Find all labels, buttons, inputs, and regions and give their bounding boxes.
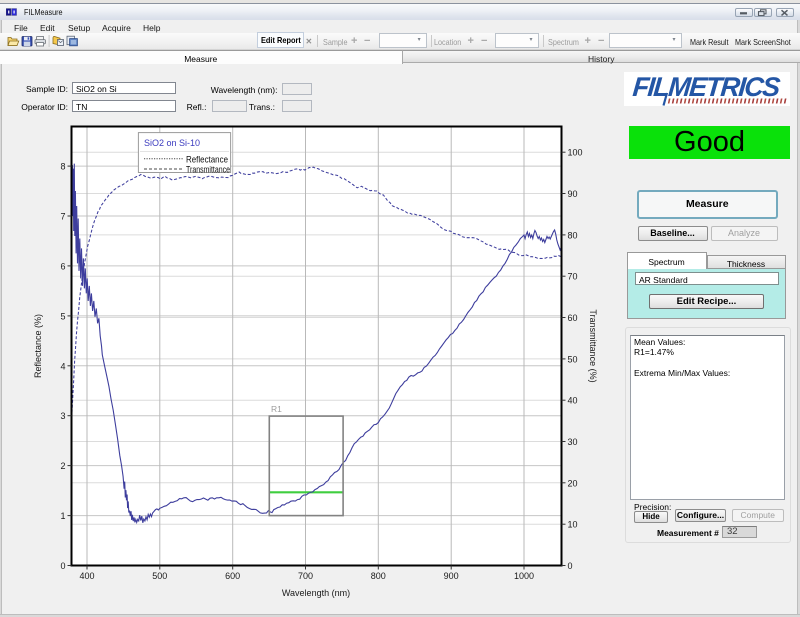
svg-text:Transmittance (%): Transmittance (%) bbox=[588, 309, 598, 382]
svg-text:FILMETRICS: FILMETRICS bbox=[631, 72, 781, 102]
svg-text:5: 5 bbox=[60, 311, 65, 321]
svg-text:8: 8 bbox=[60, 162, 65, 172]
svg-text:Transmittance: Transmittance bbox=[186, 165, 230, 175]
svg-text:800: 800 bbox=[371, 571, 386, 581]
svg-text:Reflectance (%): Reflectance (%) bbox=[33, 314, 43, 378]
svg-text:1: 1 bbox=[60, 511, 65, 521]
svg-text:40: 40 bbox=[568, 396, 578, 406]
svg-text:1000: 1000 bbox=[514, 571, 534, 581]
svg-text:6: 6 bbox=[60, 261, 65, 271]
svg-text:R1: R1 bbox=[271, 404, 282, 414]
svg-text:50: 50 bbox=[568, 354, 578, 364]
svg-text:700: 700 bbox=[298, 571, 313, 581]
svg-text:70: 70 bbox=[568, 272, 578, 282]
svg-text:Wavelength (nm): Wavelength (nm) bbox=[282, 588, 350, 598]
svg-text:90: 90 bbox=[568, 189, 578, 199]
svg-text:60: 60 bbox=[568, 313, 578, 323]
svg-text:500: 500 bbox=[152, 571, 167, 581]
svg-text:0: 0 bbox=[60, 561, 65, 571]
svg-text:20: 20 bbox=[568, 478, 578, 488]
svg-text:2: 2 bbox=[60, 461, 65, 471]
svg-text:Reflectance: Reflectance bbox=[186, 155, 228, 165]
svg-text:3: 3 bbox=[60, 411, 65, 421]
svg-text:4: 4 bbox=[60, 361, 65, 371]
svg-text:100: 100 bbox=[568, 148, 583, 158]
svg-text:600: 600 bbox=[225, 571, 240, 581]
svg-text:10: 10 bbox=[568, 520, 578, 530]
svg-text:400: 400 bbox=[79, 571, 94, 581]
svg-text:900: 900 bbox=[444, 571, 459, 581]
svg-text:7: 7 bbox=[60, 212, 65, 222]
svg-text:0: 0 bbox=[568, 561, 573, 571]
svg-text:80: 80 bbox=[568, 230, 578, 240]
svg-text:30: 30 bbox=[568, 437, 578, 447]
svg-text:SiO2 on Si-10: SiO2 on Si-10 bbox=[144, 138, 200, 148]
